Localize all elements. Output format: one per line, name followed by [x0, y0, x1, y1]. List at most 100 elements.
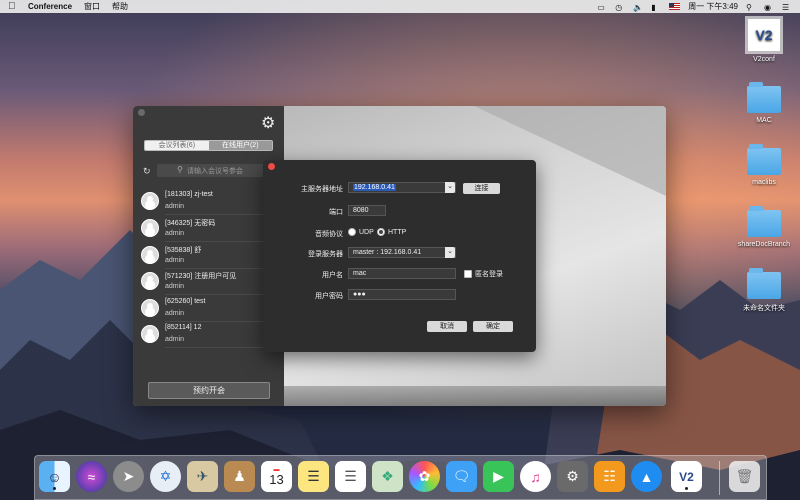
dialog-close-button[interactable]	[268, 163, 275, 170]
facetime-icon[interactable]: ▶	[483, 461, 514, 492]
login-server-select[interactable]: master : 192.168.0.41 ⌄	[348, 247, 456, 258]
refresh-icon[interactable]: ↻	[143, 166, 151, 177]
launchpad-icon[interactable]: ➤	[113, 461, 144, 492]
window-close-button[interactable]	[138, 109, 145, 116]
v2conf-dock-icon[interactable]: V2	[671, 461, 702, 492]
siri-icon[interactable]: ≈	[76, 461, 107, 492]
protocol-udp-radio[interactable]: UDP	[348, 228, 374, 236]
calendar-icon[interactable]: ▬ 13	[261, 461, 292, 492]
itunes-icon[interactable]: ♫	[520, 461, 551, 492]
airplay-icon[interactable]: ▭	[597, 3, 607, 12]
safari-icon[interactable]: ✡	[150, 461, 181, 492]
meeting-owner: admin	[165, 203, 185, 210]
meeting-list-item[interactable]: [571230] 注册用户可见 admin 0	[141, 269, 289, 295]
protocol-http-label: HTTP	[388, 228, 407, 236]
wifi-icon[interactable]: ◷	[615, 3, 625, 12]
meeting-title: [346325] 无密码	[165, 220, 216, 227]
calendar-day: 13	[269, 471, 284, 487]
anonymous-login-checkbox[interactable]: 匿名登录	[464, 269, 503, 279]
spotlight-icon[interactable]: ⚲	[746, 3, 756, 12]
menu-bar:  Conference 窗口 帮助 ▭ ◷ 🔈 ▮ 周一 下午3:49 ⚲ ◉…	[0, 0, 800, 13]
radio-icon	[348, 228, 356, 236]
app-menu-name[interactable]: Conference	[28, 2, 72, 11]
folder-icon	[747, 82, 781, 113]
desktop-icon-label: V2conf	[753, 56, 775, 63]
folder-icon	[747, 206, 781, 237]
contacts-icon[interactable]: ♟	[224, 461, 255, 492]
maps-icon[interactable]: ❖	[372, 461, 403, 492]
meeting-avatar-icon	[141, 219, 159, 237]
reminders-icon[interactable]: ☰	[335, 461, 366, 492]
folder-icon	[747, 144, 781, 175]
meeting-owner: admin	[165, 283, 185, 290]
meeting-title: [181303] zj-test	[165, 191, 213, 198]
apple-menu-icon[interactable]: 	[8, 1, 18, 12]
input-source-flag-icon[interactable]	[669, 3, 681, 10]
meeting-list-item[interactable]: [535838] 舒 admin 3	[141, 243, 289, 269]
desktop-icon-maclibs-folder[interactable]: maclibs	[734, 144, 794, 186]
login-server-label: 登录服务器	[308, 251, 343, 258]
checkbox-icon	[464, 270, 472, 278]
notes-icon[interactable]: ☰	[298, 461, 329, 492]
meeting-title: [625260] test	[165, 298, 206, 305]
search-icon: ⚲	[177, 165, 183, 174]
meeting-search-input[interactable]: ⚲ 请输入会议号参会	[157, 164, 272, 177]
book-meeting-button[interactable]: 预约开会	[148, 382, 270, 399]
server-address-label: 主服务器地址	[301, 186, 343, 193]
password-field[interactable]: ●●●	[348, 289, 456, 300]
protocol-http-radio[interactable]: HTTP	[377, 228, 406, 236]
trash-icon[interactable]: 🗑	[729, 461, 760, 492]
meeting-avatar-icon	[141, 272, 159, 290]
desktop-icon-mac-folder[interactable]: MAC	[734, 82, 794, 124]
user-avatar-icon[interactable]: ◉	[764, 3, 774, 12]
v2conf-app-icon: V2	[745, 16, 783, 54]
port-label: 端口	[329, 209, 343, 216]
meeting-avatar-icon	[141, 246, 159, 264]
battery-icon[interactable]: ▮	[651, 3, 661, 12]
volume-icon[interactable]: 🔈	[633, 3, 643, 12]
server-login-dialog: 主服务器地址 192.168.0.41 ⌄ 连接 端口 8080 音频协议 UD…	[263, 160, 536, 352]
tab-meeting-list[interactable]: 会议列表(6)	[145, 141, 209, 150]
meeting-list-item[interactable]: [346325] 无密码 admin 0	[141, 216, 289, 242]
chevron-down-icon[interactable]: ⌄	[445, 247, 455, 258]
ibooks-icon[interactable]: ☷	[594, 461, 625, 492]
meeting-owner: admin	[165, 257, 185, 264]
desktop-icon-v2conf[interactable]: V2 V2conf	[734, 16, 794, 63]
sidebar-tabs: 会议列表(6) 在线用户(2)	[144, 140, 273, 151]
desktop-icon-untitled-folder[interactable]: 未命名文件夹	[734, 268, 794, 313]
mail-icon[interactable]: ✈	[187, 461, 218, 492]
meeting-list-item[interactable]: [852114] 12 admin 0	[141, 322, 289, 348]
meeting-list-item[interactable]: [181303] zj-test admin	[141, 189, 289, 215]
ok-button[interactable]: 确定	[473, 321, 513, 332]
menu-help[interactable]: 帮助	[112, 1, 128, 12]
app-store-icon[interactable]: ▲	[631, 461, 662, 492]
meeting-title: [571230] 注册用户可见	[165, 273, 237, 280]
notification-center-icon[interactable]: ☰	[782, 3, 792, 12]
meeting-list-item[interactable]: [625260] test admin 0	[141, 296, 289, 322]
menu-bar-extras: ▭ ◷ 🔈 ▮ 周一 下午3:49 ⚲ ◉ ☰	[597, 1, 792, 12]
video-floor-shade	[284, 386, 666, 406]
chevron-down-icon[interactable]: ⌄	[445, 182, 455, 193]
port-field[interactable]: 8080	[348, 205, 386, 216]
system-preferences-icon[interactable]: ⚙	[557, 461, 588, 492]
finder-icon[interactable]: ☺	[39, 461, 70, 492]
desktop-icon-sharedocbranch-folder[interactable]: shareDocBranch	[728, 206, 800, 248]
server-address-field[interactable]: 192.168.0.41 ⌄	[348, 182, 456, 193]
tab-online-users[interactable]: 在线用户(2)	[208, 141, 272, 150]
messages-icon[interactable]: 🗨	[446, 461, 477, 492]
menu-window[interactable]: 窗口	[84, 1, 100, 12]
username-field[interactable]: mac	[348, 268, 456, 279]
login-server-value: master : 192.168.0.41	[353, 249, 422, 256]
protocol-udp-label: UDP	[359, 228, 374, 236]
photos-icon[interactable]: ✿	[409, 461, 440, 492]
meeting-avatar-icon	[141, 325, 159, 343]
server-address-value: 192.168.0.41	[353, 184, 396, 191]
desktop-icon-label: MAC	[756, 117, 772, 124]
cancel-button[interactable]: 取消	[427, 321, 467, 332]
menu-clock[interactable]: 周一 下午3:49	[688, 1, 738, 12]
connect-button[interactable]: 连接	[463, 183, 500, 194]
desktop-icon-label: maclibs	[752, 179, 776, 186]
running-indicator	[685, 487, 688, 490]
meeting-sidebar: ⚙ 会议列表(6) 在线用户(2) ↻ ⚲ 请输入会议号参会 [181303] …	[133, 106, 289, 406]
gear-icon[interactable]: ⚙	[261, 116, 277, 132]
